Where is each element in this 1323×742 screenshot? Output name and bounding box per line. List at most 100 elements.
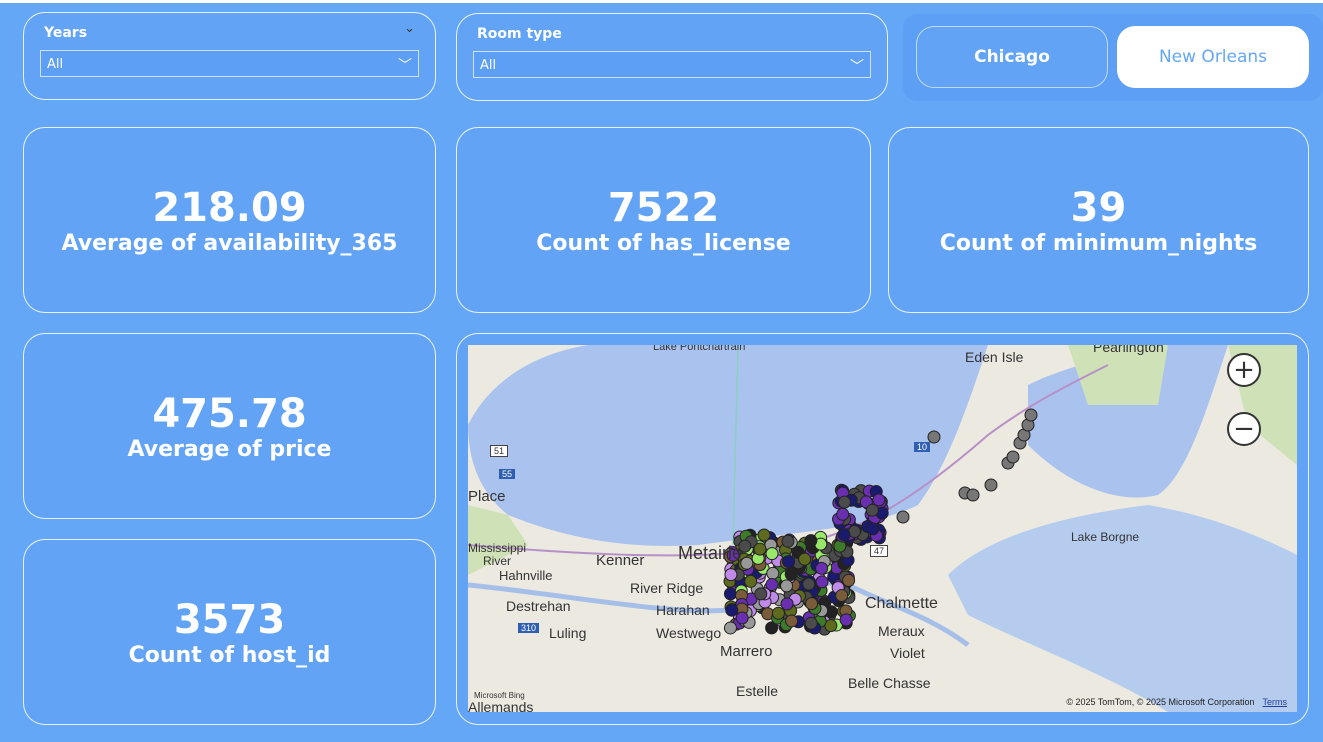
years-slicer-title: Years: [44, 25, 88, 41]
map-label: Luling: [549, 625, 587, 641]
map-label: Violet: [890, 645, 925, 661]
listing-point[interactable]: [782, 555, 796, 569]
listing-point[interactable]: [836, 507, 850, 521]
room-type-dropdown[interactable]: All ﹀: [473, 51, 871, 78]
listing-point[interactable]: [837, 495, 851, 509]
listing-point[interactable]: [780, 579, 794, 593]
map-label: Mississippi: [468, 541, 527, 555]
map-label: Harahan: [656, 602, 710, 618]
kpi-label: Average of price: [127, 436, 332, 462]
lake-pontchartrain: [468, 345, 988, 546]
map-label: Meraux: [878, 623, 925, 639]
listing-point[interactable]: [771, 606, 785, 620]
city-button-group: Chicago New Orleans: [903, 14, 1323, 101]
kpi-value: 39: [1070, 184, 1127, 231]
map-label: Place: [468, 488, 506, 505]
listing-point[interactable]: [780, 597, 794, 611]
map-label: Chalmette: [865, 595, 938, 612]
listing-point[interactable]: [723, 587, 737, 601]
map-label: River Ridge: [630, 580, 704, 596]
highway-shield: 47: [870, 545, 889, 557]
highway-shield: 310: [518, 623, 540, 633]
listing-point[interactable]: [765, 547, 779, 561]
city-button-new-orleans[interactable]: New Orleans: [1117, 26, 1309, 88]
listing-point[interactable]: [839, 613, 853, 627]
listing-point[interactable]: [1006, 450, 1020, 464]
kpi-card-price: 475.78 Average of price: [23, 333, 436, 519]
highway-shield: 55: [499, 469, 516, 479]
kpi-card-minimum-nights: 39 Count of minimum_nights: [888, 127, 1309, 313]
listing-point[interactable]: [815, 561, 829, 575]
kpi-label: Count of host_id: [128, 642, 331, 668]
listing-point[interactable]: [872, 493, 886, 507]
map-label: River: [483, 554, 512, 568]
listing-point[interactable]: [866, 522, 880, 536]
map-label: Allemands: [468, 699, 534, 712]
listing-point[interactable]: [835, 589, 849, 603]
kpi-value: 475.78: [152, 390, 307, 437]
chevron-down-icon: ﹀: [850, 59, 864, 75]
listing-point[interactable]: [798, 552, 812, 566]
listing-point[interactable]: [740, 556, 754, 570]
map-label: Westwego: [656, 625, 722, 641]
listing-point[interactable]: [966, 488, 980, 502]
map-label: Belle Chasse: [848, 675, 931, 691]
years-slicer: Years ⌄ All ﹀: [23, 12, 436, 100]
map-base: [468, 345, 1297, 712]
zoom-in-button[interactable]: +: [1227, 353, 1261, 387]
kpi-label: Average of availability_365: [61, 230, 398, 256]
kpi-label: Count of minimum_nights: [939, 230, 1258, 256]
collapse-chevron-icon[interactable]: ⌄: [404, 21, 415, 36]
kpi-card-has-license: 7522 Count of has_license: [456, 127, 871, 313]
room-type-dropdown-value: All: [480, 58, 497, 73]
zoom-out-button[interactable]: −: [1227, 412, 1261, 446]
chevron-down-icon: ﹀: [398, 58, 412, 74]
listing-point[interactable]: [725, 603, 739, 617]
listing-point[interactable]: [815, 575, 829, 589]
map-attribution: © 2025 TomTom, © 2025 Microsoft Corporat…: [1066, 697, 1287, 707]
listing-point[interactable]: [802, 577, 816, 591]
listing-point[interactable]: [804, 616, 818, 630]
listing-point[interactable]: [735, 611, 749, 625]
city-button-chicago[interactable]: Chicago: [916, 26, 1108, 88]
listing-point[interactable]: [781, 534, 795, 548]
map-label: Pearlington: [1093, 345, 1164, 355]
highway-shield: 51: [490, 445, 509, 457]
map-label: Marrero: [720, 643, 773, 660]
kpi-value: 7522: [607, 184, 720, 231]
listing-point[interactable]: [785, 614, 799, 628]
listing-point[interactable]: [724, 568, 738, 582]
listing-point[interactable]: [865, 503, 879, 517]
map-visual[interactable]: Lake Pontchartrain Eden Isle Pearlington…: [468, 345, 1297, 712]
listing-point[interactable]: [723, 621, 737, 635]
map-label: Lake Borgne: [1071, 530, 1140, 544]
listing-point[interactable]: [754, 587, 768, 601]
terms-link[interactable]: Terms: [1263, 697, 1288, 707]
map-label: Kenner: [596, 552, 645, 569]
listing-point[interactable]: [753, 542, 767, 556]
listing-point[interactable]: [744, 574, 758, 588]
listing-point[interactable]: [804, 534, 818, 548]
listing-point[interactable]: [896, 510, 910, 524]
kpi-label: Count of has_license: [536, 230, 791, 256]
highway-shield: 10: [914, 442, 931, 452]
listing-point[interactable]: [766, 566, 780, 580]
years-dropdown[interactable]: All ﹀: [40, 50, 419, 77]
listing-point[interactable]: [984, 478, 998, 492]
room-type-slicer-title: Room type: [477, 26, 562, 42]
top-border: [0, 0, 1323, 3]
years-dropdown-value: All: [47, 57, 64, 72]
listing-point[interactable]: [842, 573, 856, 587]
listing-point[interactable]: [765, 578, 779, 592]
listing-point[interactable]: [837, 528, 851, 542]
listing-point[interactable]: [805, 597, 819, 611]
room-type-slicer: Room type All ﹀: [456, 13, 888, 101]
map-label: Hahnville: [499, 568, 553, 583]
kpi-value: 218.09: [152, 184, 307, 231]
map-label: Estelle: [736, 683, 779, 699]
listing-point[interactable]: [1024, 408, 1038, 422]
kpi-card-availability: 218.09 Average of availability_365: [23, 127, 436, 313]
map-label: Eden Isle: [965, 349, 1024, 365]
map-label: Destrehan: [506, 598, 571, 614]
bing-logo: Microsoft Bing: [474, 691, 525, 700]
